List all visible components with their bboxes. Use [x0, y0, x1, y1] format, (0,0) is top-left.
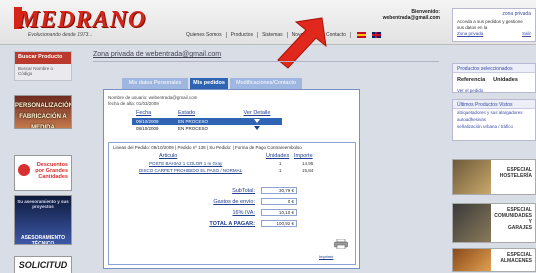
col-ver-detalle: Ver Detalle	[243, 110, 271, 116]
private-zone-title: zona privada	[502, 11, 531, 17]
promo-hosteleria[interactable]: ESPECIAL HOSTELERÍA	[452, 159, 536, 195]
last-viewed-item[interactable]: autoadhesivas	[453, 116, 535, 123]
promo-comunidades-text: ESPECIAL COMUNIDADES Y GARAJES	[494, 207, 532, 231]
tab-my-orders[interactable]: Mis pedidos	[190, 78, 228, 89]
table-row[interactable]: 09/10/2009 EN PROCESO	[132, 118, 282, 125]
banner-descuentos[interactable]: Descuentos por Grandes Cantidades	[14, 155, 72, 191]
vat-row: 16% IVA: 10,10 €	[189, 207, 309, 218]
page-title: Zona privada de webentrada@gmail.com	[93, 51, 222, 58]
subtotal-label: SubTotal:	[232, 187, 255, 194]
promo-hosteleria-image	[453, 160, 491, 194]
banner-asesoramiento[interactable]: Su asesoramiento y sus proyectos ASESORA…	[14, 195, 72, 245]
detail-amount: 14,95	[302, 161, 314, 166]
search-product-title: Buscar Producto	[15, 52, 71, 64]
banner-personalizacion[interactable]: PERSONALIZACIÓN FABRICACIÓN A MEDIDA	[14, 95, 72, 129]
banner-solicitud-text: SOLICITUD	[18, 260, 68, 270]
title-divider	[93, 61, 439, 62]
private-zone-box: zona privada Acceda a sus pedidos y gest…	[452, 8, 536, 42]
promo-almacenes-image	[453, 249, 491, 271]
nav-quienes-somos[interactable]: Quienes Somos	[186, 31, 227, 38]
table-row[interactable]: 08/10/2009 EN PROCESO	[132, 125, 282, 132]
welcome-user: webentrada@gmail.com	[382, 15, 440, 21]
private-zone-text: Acceda a sus pedidos y gestione sus dato…	[457, 19, 523, 30]
banner-solicitud[interactable]: SOLICITUD	[14, 256, 72, 273]
detail-units: 1	[279, 168, 282, 173]
private-zone-link[interactable]: Zona privada	[453, 31, 487, 36]
subtotal-value: 30,79 €	[261, 187, 297, 194]
logout-link[interactable]: Salir	[518, 31, 535, 36]
logo-text: MEDRANO	[18, 7, 147, 33]
vat-label: 16% IVA:	[232, 209, 255, 216]
selected-products-box: Productos seleccionados Referencia Unida…	[452, 63, 536, 93]
promo-comunidades[interactable]: ESPECIAL COMUNIDADES Y GARAJES	[452, 203, 536, 243]
col-unidades-right: Unidades	[493, 77, 518, 83]
total-label: TOTAL A PAGAR:	[209, 220, 255, 227]
medrano-logo[interactable]: MEDRANO Evolucionando desde 1973...	[14, 4, 164, 42]
detail-article-link[interactable]: POSTE BAHIA2 1 COLOR 1 m Gray	[149, 161, 222, 166]
tab-bar: Mis datos Personales Mis pedidos Modific…	[122, 78, 304, 89]
order-date: 08/10/2009	[136, 126, 159, 131]
vat-value: 10,10 €	[261, 209, 297, 216]
orders-table: Fecha Estado Ver Detalle 09/10/2009 EN P…	[132, 110, 282, 132]
order-date: 09/10/2009	[136, 119, 159, 124]
selected-products-title: Productos seleccionados	[453, 64, 535, 73]
print-link[interactable]: Imprimir	[319, 254, 333, 259]
view-detail-icon[interactable]	[254, 119, 260, 123]
order-status: EN PROCESO	[178, 119, 209, 124]
promo-almacenes-text: ESPECIAL ALMACENES	[500, 252, 532, 264]
tab-modifications[interactable]: Modificaciones/Contacto	[230, 78, 302, 89]
uk-flag-icon[interactable]	[371, 31, 381, 38]
last-viewed-item[interactable]: señalización urbana / tráfico	[453, 123, 535, 130]
order-detail-header: Lineas del Pedido: 09/10/2009 | Pedido n…	[113, 145, 302, 150]
logo-tagline: Evolucionando desde 1973...	[28, 32, 93, 38]
order-totals: SubTotal: 30,79 € Gastos de envío: 0 € 1…	[189, 185, 309, 229]
detail-amount: 15,84	[302, 168, 314, 173]
shipping-row: Gastos de envío: 0 €	[189, 196, 309, 207]
shipping-label: Gastos de envío:	[213, 198, 255, 205]
total-row: TOTAL A PAGAR: 100,92 €	[189, 218, 309, 229]
search-product-sub: Buscar Nombre o Código	[18, 66, 54, 76]
user-info: Nombre de usuario: webentrada@gmail.com …	[108, 95, 197, 107]
col-fecha: Fecha	[136, 110, 152, 116]
shipping-value: 0 €	[261, 198, 297, 205]
promo-almacenes[interactable]: ESPECIAL ALMACENES	[452, 248, 536, 272]
welcome-text: Bienvenido: webentrada@gmail.com	[368, 9, 440, 21]
subtotal-row: SubTotal: 30,79 €	[189, 185, 309, 196]
main-content: Zona privada de webentrada@gmail.com Mis…	[90, 47, 440, 273]
nav-productos[interactable]: Productos	[231, 31, 259, 38]
signup-date-line: fecha de alta: 01/03/2009	[108, 101, 159, 106]
orders-header-row: Fecha Estado Ver Detalle	[132, 110, 282, 118]
view-order-link[interactable]: Ver el pedido	[453, 87, 535, 94]
order-status: EN PROCESO	[178, 126, 209, 131]
banner-asesoramiento-top: Su asesoramiento y sus proyectos	[17, 199, 69, 209]
search-product-box[interactable]: Buscar Producto Buscar Nombre o Código	[14, 51, 72, 81]
promo-hosteleria-text: ESPECIAL HOSTELERÍA	[499, 167, 532, 179]
left-sidebar: Buscar Producto Buscar Nombre o Código P…	[0, 47, 74, 273]
printer-icon[interactable]	[334, 239, 348, 249]
col-articulo: Articulo	[159, 153, 178, 159]
last-viewed-title: Últimos Productos Vistos	[453, 100, 535, 109]
col-referencia: Referencia	[457, 77, 486, 83]
last-viewed-box: Últimos Productos Vistos atriquetadores …	[452, 99, 536, 141]
discount-dot-icon	[18, 164, 30, 176]
total-value: 100,92 €	[261, 220, 297, 227]
tab-personal-data[interactable]: Mis datos Personales	[122, 78, 188, 89]
right-sidebar: Productos seleccionados Referencia Unida…	[452, 47, 536, 273]
detail-units: 1	[279, 161, 282, 166]
col-importe: Importe	[294, 153, 313, 159]
order-detail-box: Lineas del Pedido: 09/10/2009 | Pedido n…	[108, 142, 356, 265]
spain-flag-icon[interactable]	[356, 31, 366, 38]
selected-products-columns: Referencia Unidades	[453, 73, 535, 87]
banner-personalizacion-text: PERSONALIZACIÓN FABRICACIÓN A MEDIDA	[15, 103, 72, 129]
last-viewed-item[interactable]: atriquetadores y sus alargadores	[453, 109, 535, 116]
orders-panel: Nombre de usuario: webentrada@gmail.com …	[103, 89, 360, 269]
col-unidades: Unidades	[266, 153, 290, 159]
view-detail-icon[interactable]	[254, 126, 260, 130]
detail-article-link[interactable]: DISCO CARPET PROHIBIDO EL PASO / NORMAL	[139, 168, 242, 173]
site-header: MEDRANO Evolucionando desde 1973... Quie…	[0, 0, 536, 45]
banner-asesoramiento-bottom: ASESORAMIENTO TÉCNICO	[20, 235, 66, 245]
col-estado: Estado	[178, 110, 196, 116]
promo-comunidades-image	[453, 204, 491, 242]
